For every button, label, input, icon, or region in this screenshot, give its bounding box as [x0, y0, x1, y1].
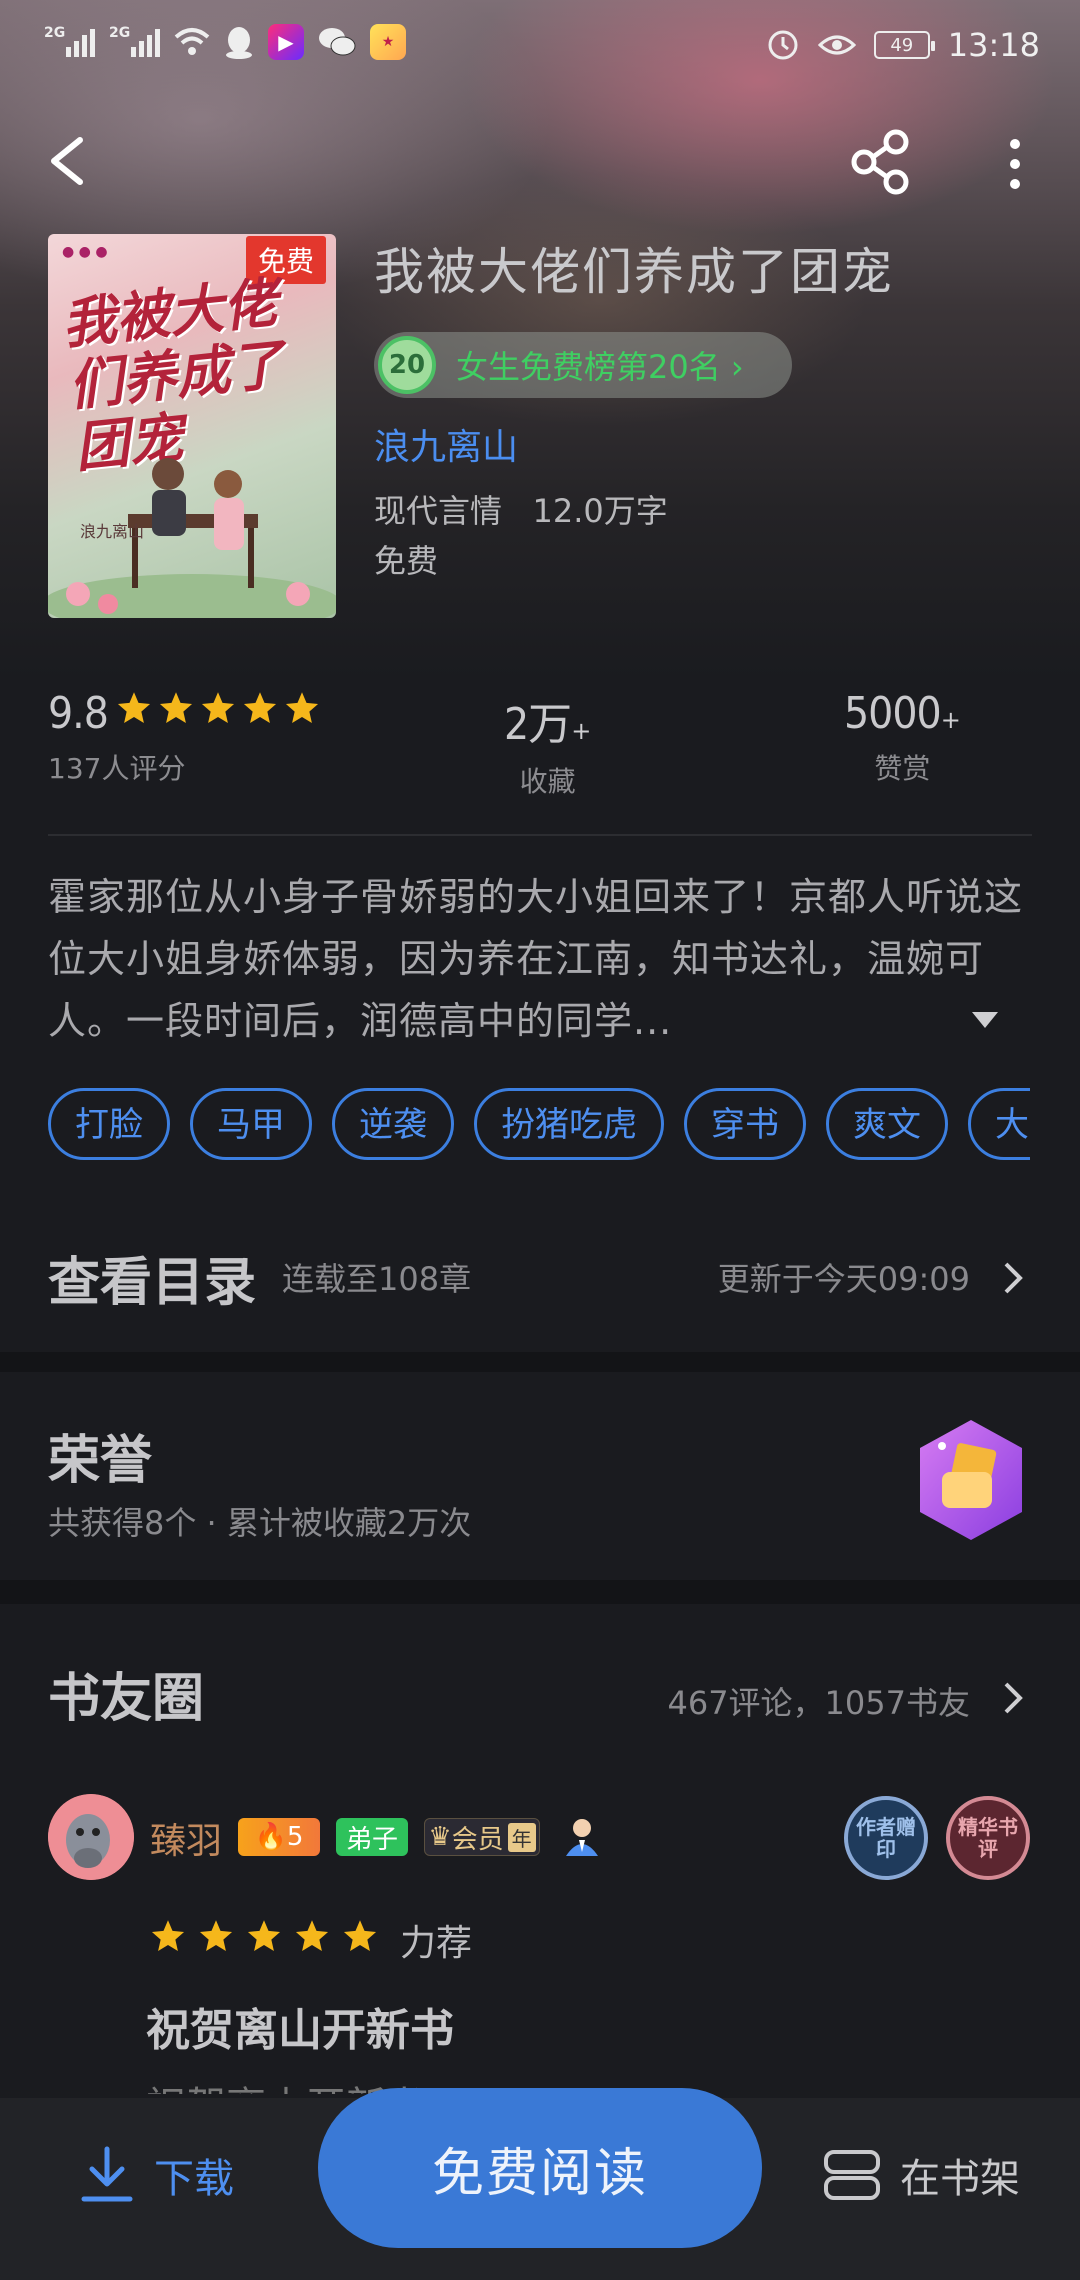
favorites-stat: 2万+ 收藏 [504, 699, 592, 798]
star-icon [295, 1920, 329, 1951]
tag-chip[interactable]: 爽文 [826, 1088, 948, 1160]
free-read-button[interactable]: 免费阅读 [318, 2088, 762, 2248]
fan-level-badge: 🔥 5 [238, 1818, 320, 1856]
star-icon [159, 692, 192, 723]
qq-icon [226, 27, 252, 59]
cover-author: 浪九离山 [80, 522, 145, 541]
bookshelf-icon [824, 2150, 880, 2200]
star-icon [201, 692, 234, 723]
member-badge: ♛ 会员年 [424, 1818, 540, 1856]
tag-list: 打脸马甲逆袭扮猪吃虎穿书爽文大佬 [48, 1088, 1030, 1162]
tag-chip[interactable]: 扮猪吃虎 [474, 1088, 664, 1160]
divider [48, 834, 1032, 836]
price-label: 免费 [374, 542, 439, 580]
share-button[interactable] [846, 126, 916, 196]
star-icon [117, 692, 150, 723]
wifi-icon [174, 28, 210, 55]
section-separator [0, 1580, 1080, 1604]
rating-score: 9.8 [48, 688, 109, 739]
crown-icon: ♛ [428, 1822, 452, 1852]
battery-icon: 49 [873, 31, 935, 59]
tag-chip[interactable]: 逆袭 [332, 1088, 454, 1160]
review-stars [150, 1918, 378, 1954]
star-icon [343, 1920, 377, 1951]
signal-icon: 2G [109, 25, 160, 57]
book-title: 我被大佬们养成了团宠 [374, 243, 894, 301]
favorites-value: 2万 [504, 699, 572, 750]
elite-review-seal: 精华书评 [946, 1796, 1030, 1880]
honor-summary: 共获得8个 · 累计被收藏2万次 [48, 1504, 472, 1542]
user-role-icon [566, 1819, 598, 1856]
review-title[interactable]: 祝贺离山开新书 [146, 1994, 454, 2058]
star-icon [285, 692, 318, 723]
tag-chip[interactable]: 大佬 [968, 1088, 1030, 1160]
avatar[interactable] [48, 1794, 134, 1880]
rewards-stat[interactable]: 5000+ 赞赏 [844, 688, 961, 787]
catalog-progress: 连载至108章 [282, 1260, 472, 1298]
back-button[interactable] [36, 126, 96, 196]
rewards-label: 赞赏 [874, 752, 931, 785]
flame-icon: 🔥 [254, 1822, 287, 1852]
star-icon [151, 1920, 185, 1951]
tag-chip[interactable]: 马甲 [190, 1088, 312, 1160]
tag-chip[interactable]: 打脸 [48, 1088, 170, 1160]
star-icon [243, 692, 276, 723]
tag-chip[interactable]: 穿书 [684, 1088, 806, 1160]
catalog-title: 查看目录 [48, 1253, 257, 1313]
rank-text: 女生免费榜第20名 › [456, 348, 744, 386]
chevron-right-icon[interactable] [1002, 1680, 1026, 1716]
bookshelf-button[interactable]: 在书架 [822, 2110, 1020, 2240]
rating-stars [116, 690, 320, 726]
video-app-icon: ▶ [268, 24, 304, 60]
review-recommend: 力荐 [400, 1923, 473, 1964]
game-app-icon: ★ [370, 24, 406, 60]
genre-wordcount: 现代言情 12.0万字 [374, 492, 668, 530]
favorites-label: 收藏 [519, 765, 576, 798]
star-icon [199, 1920, 233, 1951]
bookshelf-label: 在书架 [900, 2156, 1020, 2202]
signal-icon: 2G [44, 25, 95, 57]
synopsis[interactable]: 霍家那位从小身子骨娇弱的大小姐回来了！京都人听说这位大小姐身娇体弱，因为养在江南… [48, 866, 1038, 1052]
clock: 13:18 [947, 26, 1040, 64]
expand-arrow-icon[interactable] [970, 1010, 1000, 1030]
more-button[interactable] [990, 130, 1040, 200]
cover-publisher-mark: ● ● ● [62, 244, 108, 260]
rank-number-badge: 20 [378, 336, 436, 394]
catalog-row[interactable]: 查看目录 连载至108章 更新于今天09:09 [0, 1220, 1080, 1340]
rank-pill[interactable]: 20 女生免费榜第20名 › [374, 332, 792, 398]
download-label: 下载 [154, 2156, 234, 2202]
rating-count: 137人评分 [48, 752, 186, 785]
section-separator [0, 1352, 1080, 1372]
star-icon [247, 1920, 281, 1951]
status-bar: 2G 2G ▶ ★ 49 13:18 [0, 0, 1080, 92]
book-cover[interactable]: ● ● ● 免费 我被大佬们养成了团宠 浪九离山 [48, 234, 336, 618]
honor-trophy-icon[interactable] [912, 1416, 1030, 1544]
honor-title: 荣誉 [48, 1431, 153, 1491]
author-link[interactable]: 浪九离山 [374, 418, 518, 470]
book-circle-counts[interactable]: 467评论，1057书友 [667, 1678, 970, 1724]
download-button[interactable]: 下载 [80, 2110, 234, 2240]
chevron-right-icon [1004, 1262, 1023, 1294]
rating-stat[interactable]: 9.8 137人评分 [48, 688, 320, 787]
review-username[interactable]: 臻羽 [150, 1812, 222, 1864]
rewards-value: 5000 [844, 688, 942, 739]
disciple-badge: 弟子 [336, 1818, 408, 1856]
eye-comfort-icon [817, 35, 856, 55]
book-circle-title: 书友圈 [48, 1669, 205, 1729]
catalog-updated: 更新于今天09:09 [717, 1260, 970, 1298]
author-seal-badge: 作者赠印 [844, 1796, 928, 1880]
wechat-icon [319, 28, 356, 56]
alarm-icon [768, 30, 798, 60]
download-icon [81, 2146, 133, 2202]
